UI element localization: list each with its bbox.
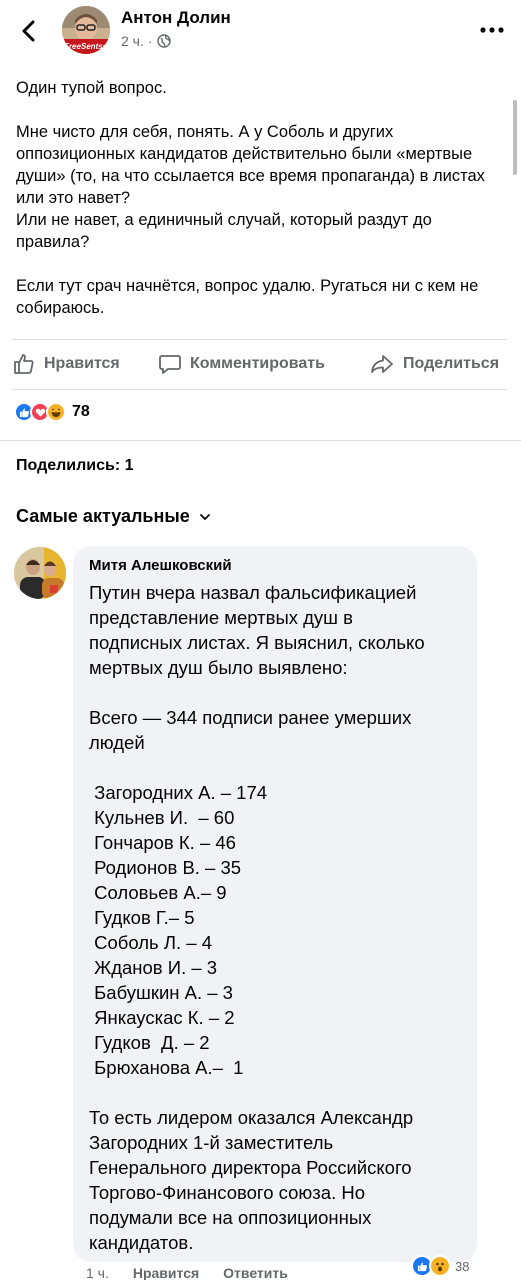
comment-line: Родионов В. – 35 bbox=[89, 857, 242, 878]
chevron-left-icon bbox=[22, 20, 35, 42]
comment-line: кандидатов. bbox=[89, 1232, 194, 1253]
comment-line: Янкаускас К. – 2 bbox=[89, 1007, 235, 1028]
share-button[interactable]: Поделиться bbox=[369, 352, 499, 376]
comment-line: Соловьев А.– 9 bbox=[89, 882, 227, 903]
author-name[interactable]: Антон Долин bbox=[121, 8, 231, 28]
comment-reply-button[interactable]: Ответить bbox=[223, 1265, 288, 1280]
commenter-name[interactable]: Митя Алешковский bbox=[89, 557, 232, 574]
back-button[interactable] bbox=[14, 16, 44, 46]
globe-icon bbox=[156, 34, 171, 48]
meta-separator: · bbox=[147, 33, 153, 49]
scrollbar[interactable] bbox=[513, 100, 517, 175]
divider bbox=[12, 389, 507, 390]
comment-line bbox=[89, 680, 469, 705]
comment-footer: 1 ч. Нравится Ответить bbox=[86, 1265, 288, 1280]
thumbs-up-icon bbox=[14, 354, 34, 374]
post-body: Один тупой вопрос. Мне чисто для себя, п… bbox=[16, 77, 504, 319]
comment-text: Путин вчера назвал фальсификацией предст… bbox=[89, 580, 469, 1255]
reaction-count: 78 bbox=[72, 403, 90, 420]
comment-line: Путин вчера назвал фальсификацией bbox=[89, 582, 417, 603]
comment-bubble-icon bbox=[159, 355, 181, 374]
comment-line: Гончаров К. – 46 bbox=[89, 832, 236, 853]
reaction-summary[interactable]: 78 bbox=[14, 402, 90, 422]
comment-reactions[interactable]: 38 bbox=[411, 1255, 469, 1277]
post-header: FreeSentsov Антон Долин 2 ч. · bbox=[0, 0, 521, 66]
comment-reaction-count: 38 bbox=[455, 1258, 470, 1274]
comment-line: Соболь Л. – 4 bbox=[89, 932, 212, 953]
comment-line bbox=[89, 1080, 469, 1105]
wow-icon bbox=[429, 1255, 451, 1277]
comment-line: Кульнев И. – 60 bbox=[89, 807, 235, 828]
post-paragraph: Если тут срач начнётся, вопрос удалю. Ру… bbox=[16, 277, 479, 317]
post-time[interactable]: 2 ч. bbox=[121, 33, 144, 49]
comment-line: Загородних 1-й заместитель bbox=[89, 1132, 334, 1153]
comment-sort-dropdown[interactable]: Самые актуальные bbox=[16, 506, 212, 527]
haha-icon bbox=[46, 402, 66, 422]
commenter-avatar[interactable] bbox=[14, 547, 66, 599]
comment-line: мертвых душ было выявлено: bbox=[89, 657, 348, 678]
share-label: Поделиться bbox=[403, 355, 500, 372]
comment-line: представление мертвых душ в bbox=[89, 607, 353, 628]
comment-line: Бабушкин А. – 3 bbox=[89, 982, 233, 1003]
author-avatar[interactable]: FreeSentsov bbox=[62, 6, 110, 54]
sort-label: Самые актуальные bbox=[16, 506, 190, 526]
shares-count[interactable]: Поделились: 1 bbox=[16, 457, 134, 475]
post-actions: Нравится Комментировать Поделиться bbox=[0, 339, 521, 389]
comment-line: Генерального директора Российского bbox=[89, 1157, 412, 1178]
like-label: Нравится bbox=[44, 355, 120, 372]
divider bbox=[0, 440, 521, 441]
post-paragraph: Один тупой вопрос. bbox=[16, 79, 167, 97]
comment-line: Гудков Д. – 2 bbox=[89, 1032, 210, 1053]
comment-line: Торгово-Финансового союза. Но bbox=[89, 1182, 366, 1203]
comment-bubble: Митя Алешковский Путин вчера назвал фаль… bbox=[73, 546, 477, 1262]
comment-line: людей bbox=[89, 732, 145, 753]
comment-line: То есть лидером оказался Александр bbox=[89, 1107, 414, 1128]
more-dots-icon bbox=[480, 27, 504, 33]
like-button[interactable]: Нравится bbox=[12, 352, 120, 376]
post-paragraph: Мне чисто для себя, понять. А у Соболь и… bbox=[16, 123, 485, 207]
avatar-caption: FreeSentsov bbox=[64, 42, 110, 51]
comment-line: подумали все на оппозиционных bbox=[89, 1207, 372, 1228]
post-meta: 2 ч. · bbox=[121, 33, 171, 49]
share-arrow-icon bbox=[371, 355, 393, 373]
comment-line: Всего — 344 подписи ранее умерших bbox=[89, 707, 412, 728]
more-options-button[interactable] bbox=[477, 20, 507, 40]
comment-label: Комментировать bbox=[190, 355, 325, 372]
chevron-down-icon bbox=[199, 513, 210, 520]
comment-line bbox=[89, 755, 469, 780]
comment-line: Гудков Г.– 5 bbox=[89, 907, 195, 928]
comment-time[interactable]: 1 ч. bbox=[86, 1265, 109, 1280]
comment-line: подписных листах. Я выяснил, сколько bbox=[89, 632, 425, 653]
comment-line: Брюханова А.– 1 bbox=[89, 1057, 244, 1078]
post-paragraph: Или не навет, а единичный случай, которы… bbox=[16, 211, 432, 251]
comment-like-button[interactable]: Нравится bbox=[133, 1265, 199, 1280]
comment-line: Загородних А. – 174 bbox=[89, 782, 268, 803]
comment-line: Жданов И. – 3 bbox=[89, 957, 218, 978]
comment-button[interactable]: Комментировать bbox=[158, 352, 325, 376]
